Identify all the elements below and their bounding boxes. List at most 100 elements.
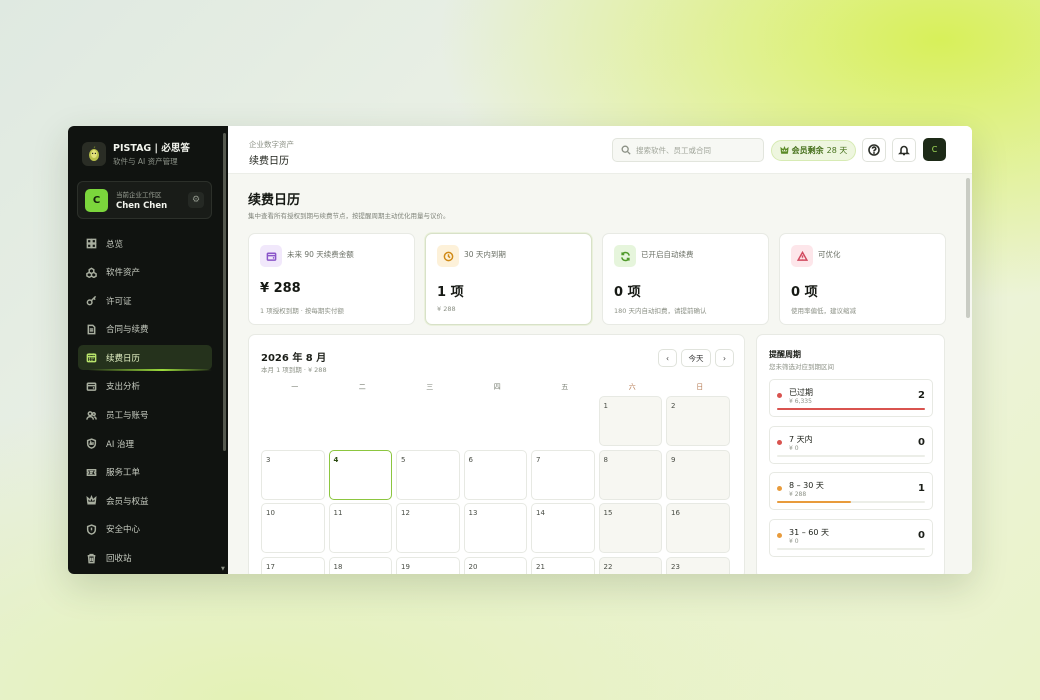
sidebar-item-12[interactable]: 回收站 — [78, 546, 212, 571]
stat-card[interactable]: 可优化 0 项 使用率偏低，建议缩减 — [779, 233, 946, 325]
calendar-day[interactable]: 10 — [261, 503, 325, 553]
weekday-label: 四 — [493, 383, 501, 391]
sidebar-item-8[interactable]: AI 治理 — [78, 431, 212, 456]
sidebar-item-3[interactable]: 许可证 — [78, 288, 212, 313]
prev-month-button[interactable]: ‹ — [658, 349, 677, 367]
chevron-left-icon: ‹ — [666, 353, 669, 363]
reminder-item[interactable]: 已过期 ¥ 6,335 2 — [769, 379, 933, 417]
reminder-amount: ¥ 6,335 — [789, 398, 812, 405]
card-subtext: 1 项授权到期 · 按每期实付额 — [260, 307, 344, 315]
notifications-button[interactable] — [892, 138, 916, 162]
calendar-day[interactable]: 21 — [531, 556, 595, 574]
search-input[interactable] — [636, 145, 756, 155]
calendar-day-today[interactable]: 4 — [328, 449, 392, 500]
card-subtext: 使用率偏低，建议缩减 — [791, 307, 856, 315]
settings-gear-icon[interactable]: ⚙ — [188, 192, 204, 208]
stat-cards: 未来 90 天续费金额 ¥ 288 1 项授权到期 · 按每期实付额 30 天内… — [248, 233, 946, 325]
reminder-progress — [777, 454, 925, 457]
refresh-icon — [620, 251, 630, 261]
calendar-day[interactable]: 8 — [598, 449, 662, 500]
sidebar-item-label: 会员与权益 — [106, 496, 149, 507]
sidebar-item-label: 续费日历 — [106, 353, 141, 364]
calendar-month: 2026 年 8 月 — [261, 353, 327, 364]
calendar-day[interactable]: 18 — [328, 556, 392, 574]
main-scrollbar[interactable] — [966, 178, 970, 318]
calendar-day[interactable]: 11 — [328, 503, 392, 553]
weekday-label: 三 — [426, 383, 434, 391]
calendar-day[interactable]: 14 — [531, 503, 595, 553]
weekday-label: 六 — [628, 383, 636, 391]
sidebar-item-5[interactable]: 续费日历 — [78, 345, 212, 372]
page-title: 续费日历 — [248, 193, 301, 208]
wallet-icon — [266, 252, 276, 261]
card-icon-wrap — [614, 245, 636, 267]
workspace-avatar: C — [85, 188, 108, 212]
sidebar-item-label: 软件资产 — [106, 268, 141, 279]
sidebar-item-2[interactable]: 软件资产 — [78, 260, 212, 285]
calendar-day[interactable]: 6 — [463, 449, 527, 500]
sidebar-item-1[interactable]: 总览 — [78, 231, 212, 256]
breadcrumb-parent[interactable]: 企业数字资产 — [249, 139, 294, 150]
card-label: 已开启自动续费 — [641, 250, 694, 259]
calendar-panel: 2026 年 8 月 本月 1 项到期 · ¥ 288 ‹ 今天 › 一 二 三 四 五… — [248, 334, 745, 574]
calendar-day[interactable]: 17 — [261, 556, 325, 574]
search-box[interactable] — [612, 138, 764, 162]
calendar-day[interactable]: 19 — [396, 556, 460, 574]
calendar-day[interactable]: 15 — [598, 503, 662, 553]
reminder-count: 1 — [918, 483, 925, 494]
calendar-day[interactable]: 13 — [463, 503, 527, 553]
today-button[interactable]: 今天 — [681, 349, 711, 367]
sidebar-item-4[interactable]: 合同与续费 — [78, 317, 212, 342]
reminder-item[interactable]: 31 – 60 天 ¥ 0 0 — [769, 518, 933, 557]
sidebar-item-6[interactable]: 支出分析 — [78, 374, 212, 399]
card-label: 30 天内到期 — [464, 250, 506, 259]
stat-card[interactable]: 已开启自动续费 0 项 180 天内自动扣费，请提前确认 — [602, 233, 769, 325]
card-subtext: ¥ 288 — [437, 305, 456, 313]
reminder-progress-fill — [777, 501, 851, 503]
sidebar-item-11[interactable]: 安全中心 — [78, 517, 212, 542]
sidebar-item-label: 安全中心 — [106, 525, 141, 536]
membership-badge[interactable]: 会员剩余 28 天 — [771, 140, 856, 161]
calendar-day[interactable]: 9 — [666, 449, 730, 500]
reminder-item[interactable]: 8 – 30 天 ¥ 288 1 — [769, 472, 933, 510]
user-avatar[interactable]: C — [923, 138, 946, 161]
sidebar-item-7[interactable]: 员工与账号 — [78, 403, 212, 428]
cubes-icon — [86, 267, 97, 278]
reminder-panel: 提醒周期 您未筛选对应到期区间 已过期 ¥ 6,335 2 7 天内 ¥ 0 0… — [756, 334, 945, 574]
calendar-day[interactable]: 12 — [396, 503, 460, 553]
next-month-button[interactable]: › — [715, 349, 734, 367]
card-label: 可优化 — [818, 250, 841, 259]
sidebar: PISTAG | 必思答 软件与 AI 资产管理 C 当前企业工作区 Chen … — [68, 126, 228, 574]
calendar-day[interactable]: 16 — [666, 503, 730, 553]
shield-ai-icon — [86, 438, 97, 450]
reminder-progress — [777, 547, 925, 550]
weekday-label: 日 — [696, 383, 704, 391]
calendar-day[interactable]: 5 — [396, 449, 460, 500]
calendar-day[interactable]: 20 — [463, 556, 527, 574]
sidebar-item-10[interactable]: 会员与权益 — [78, 488, 212, 513]
calendar-day[interactable]: 23 — [666, 556, 730, 574]
reminder-amount: ¥ 0 — [789, 537, 799, 545]
sidebar-scrollbar[interactable]: ▼ — [221, 130, 226, 572]
calendar-day[interactable]: 3 — [261, 449, 325, 500]
wallet-icon — [86, 382, 97, 391]
help-button[interactable] — [862, 138, 886, 162]
brand[interactable]: PISTAG | 必思答 软件与 AI 资产管理 — [68, 126, 228, 167]
stat-card[interactable]: 未来 90 天续费金额 ¥ 288 1 项授权到期 · 按每期实付额 — [248, 233, 415, 325]
sidebar-item-label: 服务工单 — [106, 468, 141, 479]
scroll-down-arrow-icon[interactable]: ▼ — [221, 566, 225, 572]
stat-card[interactable]: 30 天内到期 1 项 ¥ 288 — [425, 233, 592, 325]
calendar-day[interactable]: 2 — [666, 396, 730, 446]
calendar-day[interactable]: 22 — [598, 556, 662, 574]
calendar-day[interactable]: 1 — [598, 396, 662, 446]
weekday-label: 五 — [561, 383, 569, 391]
reminder-subtitle: 您未筛选对应到期区间 — [769, 363, 834, 371]
membership-label: 会员剩余 — [791, 146, 824, 155]
weekday-label: 一 — [291, 383, 299, 391]
reminder-item[interactable]: 7 天内 ¥ 0 0 — [769, 425, 933, 464]
sidebar-scroll-thumb[interactable] — [223, 133, 226, 451]
workspace-switcher[interactable]: C 当前企业工作区 Chen Chen ⚙ — [77, 181, 212, 219]
membership-days: 28 天 — [826, 146, 848, 155]
calendar-day[interactable]: 7 — [531, 449, 595, 500]
sidebar-item-9[interactable]: 服务工单 — [78, 460, 212, 485]
